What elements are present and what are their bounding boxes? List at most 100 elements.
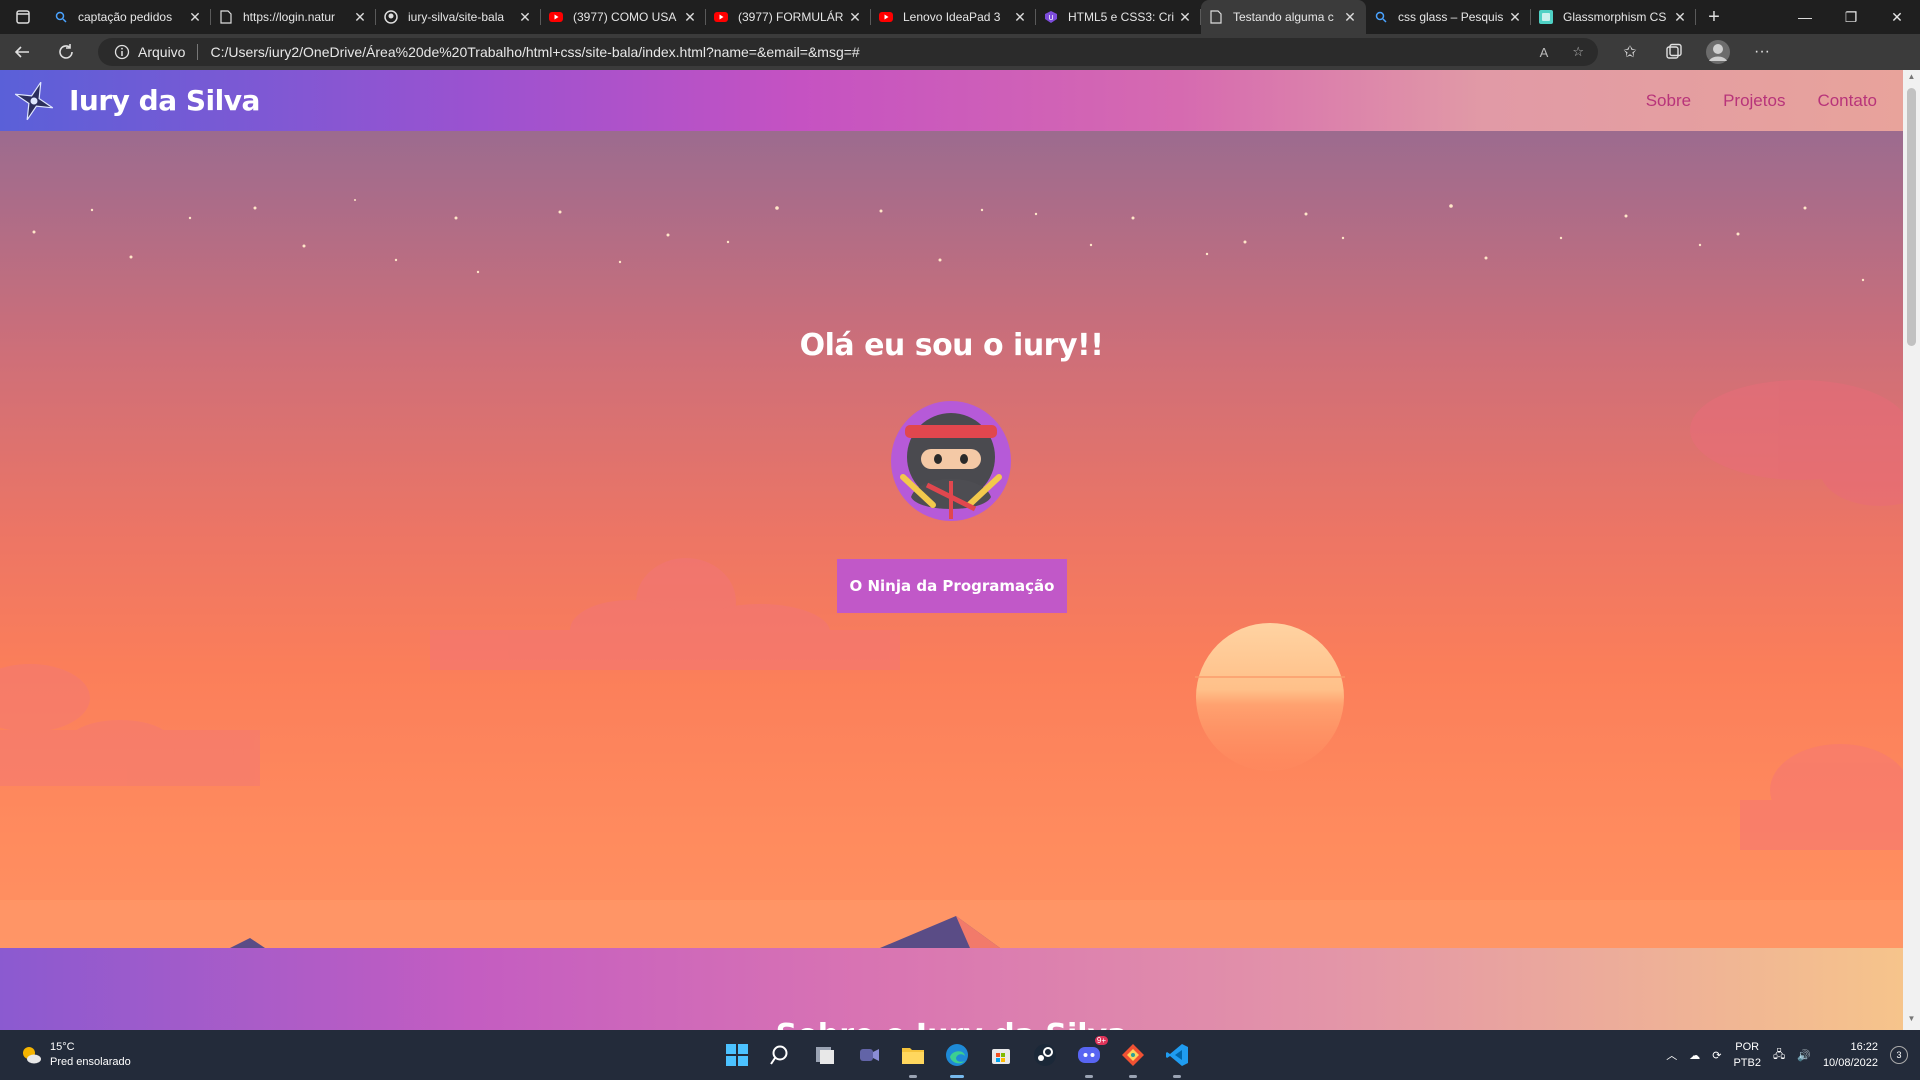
- youtube-icon: [549, 10, 563, 24]
- browser-tab[interactable]: (3977) COMO USA ✕: [541, 0, 706, 34]
- tab-title: iury-silva/site-bala: [408, 10, 505, 24]
- tab-title: Testando alguma c: [1233, 10, 1334, 24]
- tab-title: Glassmorphism CS: [1563, 10, 1667, 24]
- discord-button[interactable]: 9+: [1074, 1036, 1108, 1078]
- page-scrollbar[interactable]: ▲ ▼: [1903, 70, 1920, 1030]
- discord-notification-badge: 9+: [1094, 1036, 1108, 1045]
- window-controls: — ❐ ✕: [1782, 0, 1920, 34]
- course-icon: U: [1044, 10, 1058, 24]
- collections-icon: [1666, 43, 1682, 59]
- close-tab-icon[interactable]: ✕: [1012, 9, 1028, 26]
- chevron-up-icon[interactable]: ︿: [1666, 1047, 1677, 1063]
- browser-tab-active[interactable]: Testando alguma c ✕: [1201, 0, 1366, 34]
- minimize-icon: —: [1798, 9, 1812, 25]
- nav-link-contato[interactable]: Contato: [1817, 91, 1877, 111]
- folder-icon: [902, 1048, 924, 1064]
- more-icon: ···: [1754, 43, 1770, 60]
- scroll-down-icon[interactable]: ▼: [1903, 1014, 1920, 1028]
- search-button[interactable]: [766, 1040, 796, 1070]
- page-icon: [219, 10, 233, 24]
- browser-tab[interactable]: css glass – Pesquis ✕: [1366, 0, 1531, 34]
- tab-actions-button[interactable]: [0, 0, 46, 34]
- language-code: POR: [1735, 1041, 1760, 1053]
- teams-chat-button[interactable]: [854, 1040, 884, 1070]
- browser-tab[interactable]: captação pedidos ✕: [46, 0, 211, 34]
- browser-tab[interactable]: U HTML5 e CSS3: Cri ✕: [1036, 0, 1201, 34]
- cta-button[interactable]: O Ninja da Programação: [837, 559, 1067, 613]
- clouds-decoration: [0, 380, 1903, 952]
- browser-tab[interactable]: Glassmorphism CS ✕: [1531, 0, 1696, 34]
- git-app-button[interactable]: [1118, 1040, 1148, 1078]
- plus-icon: +: [1708, 5, 1720, 28]
- tab-title: HTML5 e CSS3: Cri: [1068, 10, 1175, 24]
- edge-browser-button[interactable]: [942, 1040, 972, 1078]
- nav-link-sobre[interactable]: Sobre: [1646, 91, 1691, 111]
- browser-tab-bar: captação pedidos ✕ https://login.natur ✕…: [0, 0, 1920, 34]
- steam-icon: [1034, 1044, 1056, 1066]
- weather-description: Pred ensolarado: [50, 1056, 131, 1068]
- git-kraken-icon: [1122, 1044, 1144, 1066]
- microsoft-store-button[interactable]: [986, 1040, 1016, 1070]
- browser-toolbar-right: ✩ ···: [1616, 38, 1776, 66]
- shuriken-logo-icon[interactable]: [12, 79, 56, 123]
- settings-more-button[interactable]: ···: [1748, 38, 1776, 66]
- scrollbar-thumb[interactable]: [1907, 88, 1916, 346]
- reload-button[interactable]: [44, 34, 88, 70]
- read-aloud-icon[interactable]: A: [1540, 45, 1549, 60]
- new-tab-button[interactable]: +: [1696, 0, 1732, 34]
- close-tab-icon[interactable]: ✕: [682, 9, 698, 26]
- favorites-button[interactable]: ✩: [1616, 38, 1644, 66]
- profile-button[interactable]: [1704, 38, 1732, 66]
- close-tab-icon[interactable]: ✕: [517, 9, 533, 26]
- network-icon[interactable]: 🖧: [1773, 1046, 1785, 1065]
- close-tab-icon[interactable]: ✕: [1507, 9, 1523, 26]
- restore-icon: ❐: [1844, 8, 1858, 25]
- address-bar-actions: A ☆: [1540, 44, 1598, 60]
- close-tab-icon[interactable]: ✕: [847, 9, 863, 26]
- input-language[interactable]: POR PTB2: [1733, 1039, 1761, 1071]
- clock[interactable]: 16:22 10/08/2022: [1823, 1039, 1878, 1071]
- browser-tab[interactable]: Lenovo IdeaPad 3 ✕: [871, 0, 1036, 34]
- store-icon: [992, 1049, 1010, 1064]
- sync-icon[interactable]: ⟳: [1712, 1049, 1721, 1062]
- clock-date: 10/08/2022: [1822, 1057, 1878, 1069]
- notifications-count[interactable]: 3: [1890, 1046, 1908, 1064]
- back-button[interactable]: [0, 34, 44, 70]
- vscode-button[interactable]: [1162, 1040, 1192, 1078]
- weather-widget[interactable]: 15°C Pred ensolarado: [20, 1040, 131, 1070]
- volume-icon[interactable]: 🔊: [1797, 1049, 1811, 1062]
- add-favorite-icon[interactable]: ☆: [1572, 44, 1584, 60]
- system-tray: ︿ ☁ ⟳ POR PTB2 🖧 🔊 16:22 10/08/2022 3: [1666, 1030, 1908, 1080]
- info-icon[interactable]: [114, 44, 130, 60]
- github-icon: [384, 10, 398, 24]
- tab-actions-icon: [16, 10, 30, 24]
- browser-tab[interactable]: (3977) FORMULÁR ✕: [706, 0, 871, 34]
- scroll-up-icon[interactable]: ▲: [1903, 72, 1920, 86]
- url-text[interactable]: C:/Users/iury2/OneDrive/Área%20de%20Trab…: [210, 44, 859, 60]
- steam-button[interactable]: [1030, 1040, 1060, 1070]
- task-view-icon: [816, 1047, 834, 1064]
- minimize-button[interactable]: —: [1782, 0, 1828, 34]
- onedrive-cloud-icon[interactable]: ☁: [1689, 1049, 1700, 1062]
- close-tab-icon[interactable]: ✕: [187, 9, 203, 26]
- browser-tab[interactable]: https://login.natur ✕: [211, 0, 376, 34]
- address-bar[interactable]: Arquivo C:/Users/iury2/OneDrive/Área%20d…: [98, 38, 1598, 66]
- close-tab-icon[interactable]: ✕: [1672, 9, 1688, 26]
- collections-button[interactable]: [1660, 38, 1688, 66]
- hero-title: Olá eu sou o iury!!: [799, 328, 1104, 363]
- clock-time: 16:22: [1850, 1041, 1878, 1053]
- search-icon: [54, 10, 68, 24]
- close-tab-icon[interactable]: ✕: [1342, 9, 1358, 26]
- close-window-button[interactable]: ✕: [1874, 0, 1920, 34]
- task-view-button[interactable]: [810, 1040, 840, 1070]
- restore-button[interactable]: ❐: [1828, 0, 1874, 34]
- search-icon: [770, 1045, 788, 1065]
- youtube-icon: [879, 10, 893, 24]
- close-tab-icon[interactable]: ✕: [1177, 9, 1193, 26]
- start-button[interactable]: [722, 1040, 752, 1070]
- browser-tab[interactable]: iury-silva/site-bala ✕: [376, 0, 541, 34]
- nav-link-projetos[interactable]: Projetos: [1723, 91, 1785, 111]
- file-explorer-button[interactable]: [898, 1040, 928, 1078]
- close-tab-icon[interactable]: ✕: [352, 9, 368, 26]
- site-brand[interactable]: Iury da Silva: [69, 84, 260, 117]
